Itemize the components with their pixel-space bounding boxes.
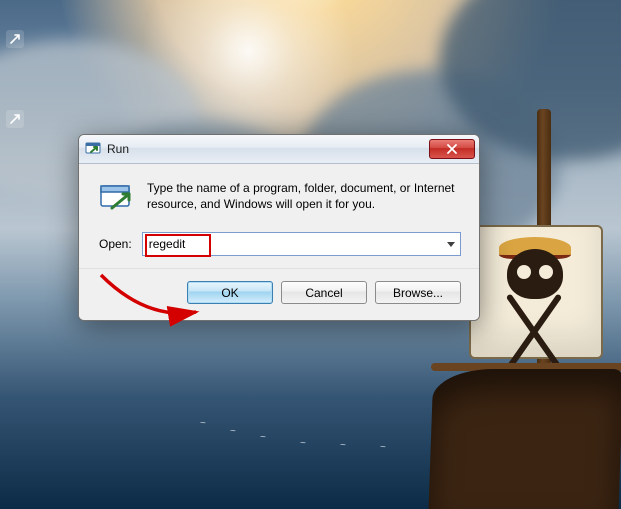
dialog-title: Run [107,142,429,156]
open-input[interactable] [143,233,442,255]
open-label: Open: [99,237,132,251]
close-button[interactable] [429,139,475,159]
close-icon [446,144,458,154]
dialog-footer: OK Cancel Browse... [79,268,479,320]
ok-button[interactable]: OK [187,281,273,304]
dialog-description: Type the name of a program, folder, docu… [147,180,461,212]
browse-button[interactable]: Browse... [375,281,461,304]
combobox-dropdown-button[interactable] [442,233,460,255]
chevron-down-icon [447,242,455,247]
run-dialog-icon [99,180,133,214]
run-dialog: Run Type the name of a program, folder, … [78,134,480,321]
desktop-shortcut-overlay-icon [6,110,24,128]
titlebar[interactable]: Run [79,135,479,164]
run-titlebar-icon [85,140,101,159]
desktop-shortcut-overlay-icon [6,30,24,48]
open-combobox[interactable] [142,232,461,256]
cancel-button[interactable]: Cancel [281,281,367,304]
